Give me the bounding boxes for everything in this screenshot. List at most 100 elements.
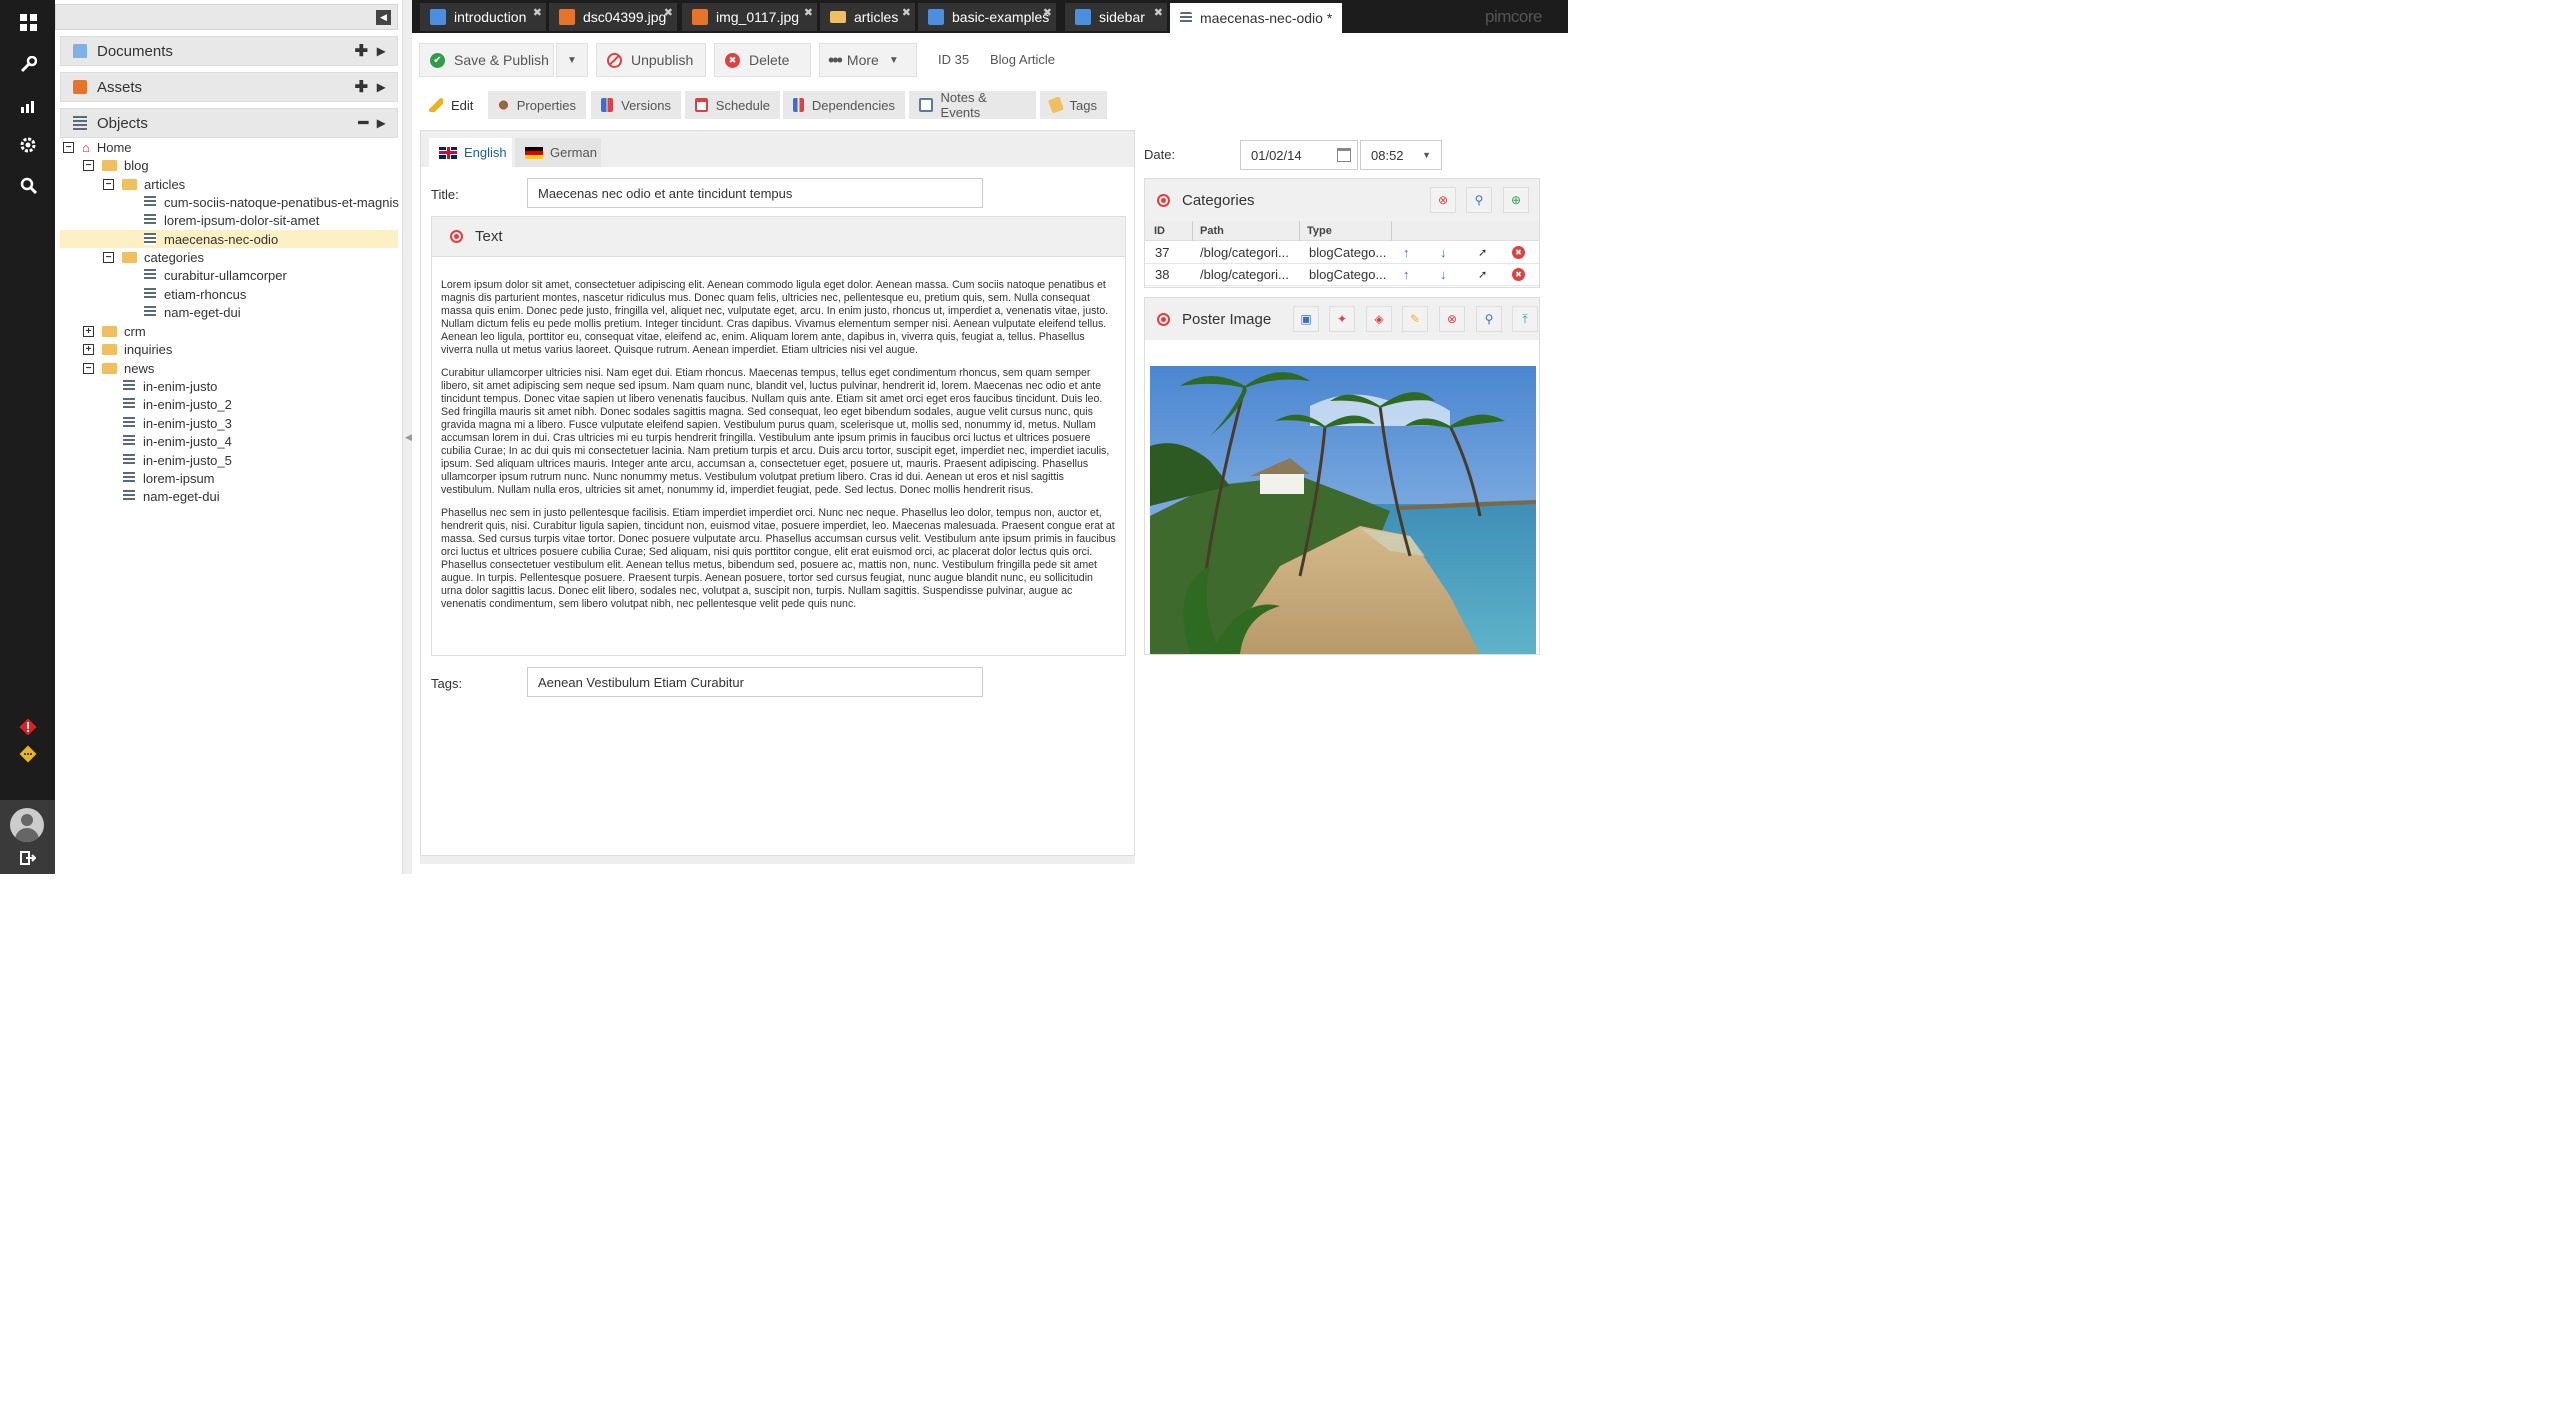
upload-icon[interactable]: ⤒ xyxy=(1512,306,1538,332)
close-icon[interactable]: ✖ xyxy=(1043,6,1052,19)
tab-properties[interactable]: Properties xyxy=(488,91,586,119)
open-icon[interactable]: ➚ xyxy=(1478,246,1487,259)
column-header-id[interactable]: ID xyxy=(1154,225,1165,237)
collapse-toggle-icon[interactable]: − xyxy=(63,141,74,153)
tab-sidebar[interactable]: sidebar ✖ xyxy=(1065,3,1167,31)
expand-toggle-icon[interactable]: + xyxy=(83,325,94,337)
tab-dependencies[interactable]: Dependencies xyxy=(783,91,905,119)
lang-tab-german[interactable]: German xyxy=(515,138,601,167)
documents-controls[interactable]: ✚ ▸ xyxy=(355,41,385,61)
objects-controls[interactable]: ━ ▸ xyxy=(358,113,385,133)
calendar-icon[interactable] xyxy=(1337,148,1351,162)
delete-button[interactable]: ✖ Delete xyxy=(714,43,811,77)
save-options-dropdown[interactable]: ▼ xyxy=(556,43,588,77)
time-select[interactable]: 08:52 ▼ xyxy=(1360,140,1442,170)
collapse-toggle-icon[interactable]: − xyxy=(103,251,114,263)
tab-maecenas-nec-odio[interactable]: maecenas-nec-odio * xyxy=(1170,3,1342,33)
close-icon[interactable]: ✖ xyxy=(1154,6,1163,19)
collapse-toggle-icon[interactable]: − xyxy=(83,362,94,374)
remove-icon[interactable]: ✖ xyxy=(1512,246,1525,259)
search-icon[interactable]: ⚲ xyxy=(1476,306,1502,332)
move-up-icon[interactable]: ↑ xyxy=(1403,267,1410,282)
tree-node-blog[interactable]: − blog xyxy=(83,156,149,174)
tree-node-crm[interactable]: + crm xyxy=(83,322,146,340)
tab-edit[interactable]: Edit xyxy=(419,91,484,119)
tree-node-news-item[interactable]: in-enim-justo_2 xyxy=(123,395,232,413)
splitter-arrow-icon[interactable]: ◀ xyxy=(405,432,412,443)
tab-basic-examples[interactable]: basic-examples ✖ xyxy=(918,3,1056,31)
lang-tab-english[interactable]: English xyxy=(429,138,512,167)
tree-node-news-item[interactable]: lorem-ipsum xyxy=(123,469,215,487)
accordion-assets[interactable]: Assets ✚ ▸ xyxy=(60,72,398,102)
tree-node-category[interactable]: etiam-rhoncus xyxy=(144,285,246,303)
table-row[interactable]: 38 /blog/categori... blogCatego... ↑ ↓ ➚… xyxy=(1145,264,1539,286)
collapse-toggle-icon[interactable]: − xyxy=(83,159,94,171)
tab-versions[interactable]: Versions xyxy=(591,91,681,119)
more-button[interactable]: ••• More ▼ xyxy=(819,43,917,77)
tab-articles[interactable]: articles ✖ xyxy=(820,3,915,31)
open-icon[interactable]: ➚ xyxy=(1478,268,1487,281)
warning-icon[interactable] xyxy=(14,740,42,768)
tree-node-home[interactable]: − ⌂ Home xyxy=(63,138,132,156)
tree-node-articles[interactable]: − articles xyxy=(103,175,185,193)
tree-node-inquiries[interactable]: + inquiries xyxy=(83,340,172,358)
column-header-type[interactable]: Type xyxy=(1307,225,1332,237)
tab-tags[interactable]: Tags xyxy=(1040,91,1107,119)
clear-icon[interactable]: ⊗ xyxy=(1439,306,1465,332)
tab-schedule[interactable]: Schedule xyxy=(685,91,780,119)
edit-icon[interactable]: ✎ xyxy=(1402,306,1428,332)
tree-node-category[interactable]: nam-eget-dui xyxy=(144,303,241,321)
search-icon[interactable]: ⚲ xyxy=(1466,187,1492,213)
chart-icon[interactable] xyxy=(14,91,42,119)
remove-icon[interactable]: ✖ xyxy=(1512,268,1525,281)
grid-icon[interactable] xyxy=(14,8,42,36)
tab-introduction[interactable]: introduction ✖ xyxy=(420,3,546,31)
close-icon[interactable]: ✖ xyxy=(804,6,813,19)
tree-node-news-item[interactable]: in-enim-justo_4 xyxy=(123,432,232,450)
table-row[interactable]: 37 /blog/categori... blogCatego... ↑ ↓ ➚… xyxy=(1145,242,1539,264)
search-icon[interactable] xyxy=(14,171,42,199)
title-input[interactable]: Maecenas nec odio et ante tincidunt temp… xyxy=(527,178,983,208)
tree-node-article[interactable]: lorem-ipsum-dolor-sit-amet xyxy=(144,211,319,229)
unpublish-button[interactable]: Unpublish xyxy=(596,43,706,77)
tree-node-selected[interactable]: maecenas-nec-odio xyxy=(60,230,398,248)
collapse-panel-icon[interactable]: ◀ xyxy=(376,10,391,25)
collapse-toggle-icon[interactable]: − xyxy=(103,178,114,190)
alert-icon[interactable] xyxy=(14,713,42,741)
move-up-icon[interactable]: ↑ xyxy=(1403,245,1410,260)
tree-node-news-item[interactable]: in-enim-justo xyxy=(123,377,217,395)
hotspot-icon[interactable]: ✦ xyxy=(1329,306,1355,332)
move-down-icon[interactable]: ↓ xyxy=(1440,267,1447,282)
move-down-icon[interactable]: ↓ xyxy=(1440,245,1447,260)
panel-splitter[interactable]: ◀ xyxy=(403,0,412,874)
tree-node-news-item[interactable]: nam-eget-dui xyxy=(123,487,220,505)
tab-notes-events[interactable]: Notes & Events xyxy=(909,90,1036,120)
wrench-icon[interactable] xyxy=(14,50,42,78)
logout-icon[interactable] xyxy=(14,844,42,872)
tree-node-categories[interactable]: − categories xyxy=(103,248,204,266)
save-publish-button[interactable]: ✔ Save & Publish xyxy=(419,43,554,77)
assets-controls[interactable]: ✚ ▸ xyxy=(355,77,385,97)
date-input[interactable]: 01/02/14 xyxy=(1240,140,1358,170)
tags-input[interactable]: Aenean Vestibulum Etiam Curabitur xyxy=(527,667,983,697)
avatar[interactable] xyxy=(10,808,44,842)
tree-node-news[interactable]: − news xyxy=(83,359,154,377)
image-editor-icon[interactable]: ▣ xyxy=(1293,306,1319,332)
accordion-objects[interactable]: Objects ━ ▸ xyxy=(60,108,398,138)
accordion-documents[interactable]: Documents ✚ ▸ xyxy=(60,36,398,66)
poster-image[interactable] xyxy=(1150,366,1536,654)
tree-node-article[interactable]: cum-sociis-natoque-penatibus-et-magnis xyxy=(144,193,399,211)
close-icon[interactable]: ✖ xyxy=(533,6,542,19)
rich-text-editor[interactable]: Lorem ipsum dolor sit amet, consectetuer… xyxy=(432,257,1125,611)
clear-icon[interactable]: ⊗ xyxy=(1430,187,1456,213)
add-icon[interactable]: ⊕ xyxy=(1503,187,1529,213)
tab-dsc04399[interactable]: dsc04399.jpg ✖ xyxy=(549,3,677,31)
tree-node-category[interactable]: curabitur-ullamcorper xyxy=(144,266,287,284)
edit-panel-scrollbar[interactable] xyxy=(420,856,1135,864)
close-icon[interactable]: ✖ xyxy=(664,6,673,19)
column-header-path[interactable]: Path xyxy=(1200,225,1224,237)
tab-img0117[interactable]: img_0117.jpg ✖ xyxy=(682,3,817,31)
tree-node-news-item[interactable]: in-enim-justo_3 xyxy=(123,414,232,432)
crop-icon[interactable]: ◈ xyxy=(1366,306,1392,332)
tree-node-news-item[interactable]: in-enim-justo_5 xyxy=(123,451,232,469)
